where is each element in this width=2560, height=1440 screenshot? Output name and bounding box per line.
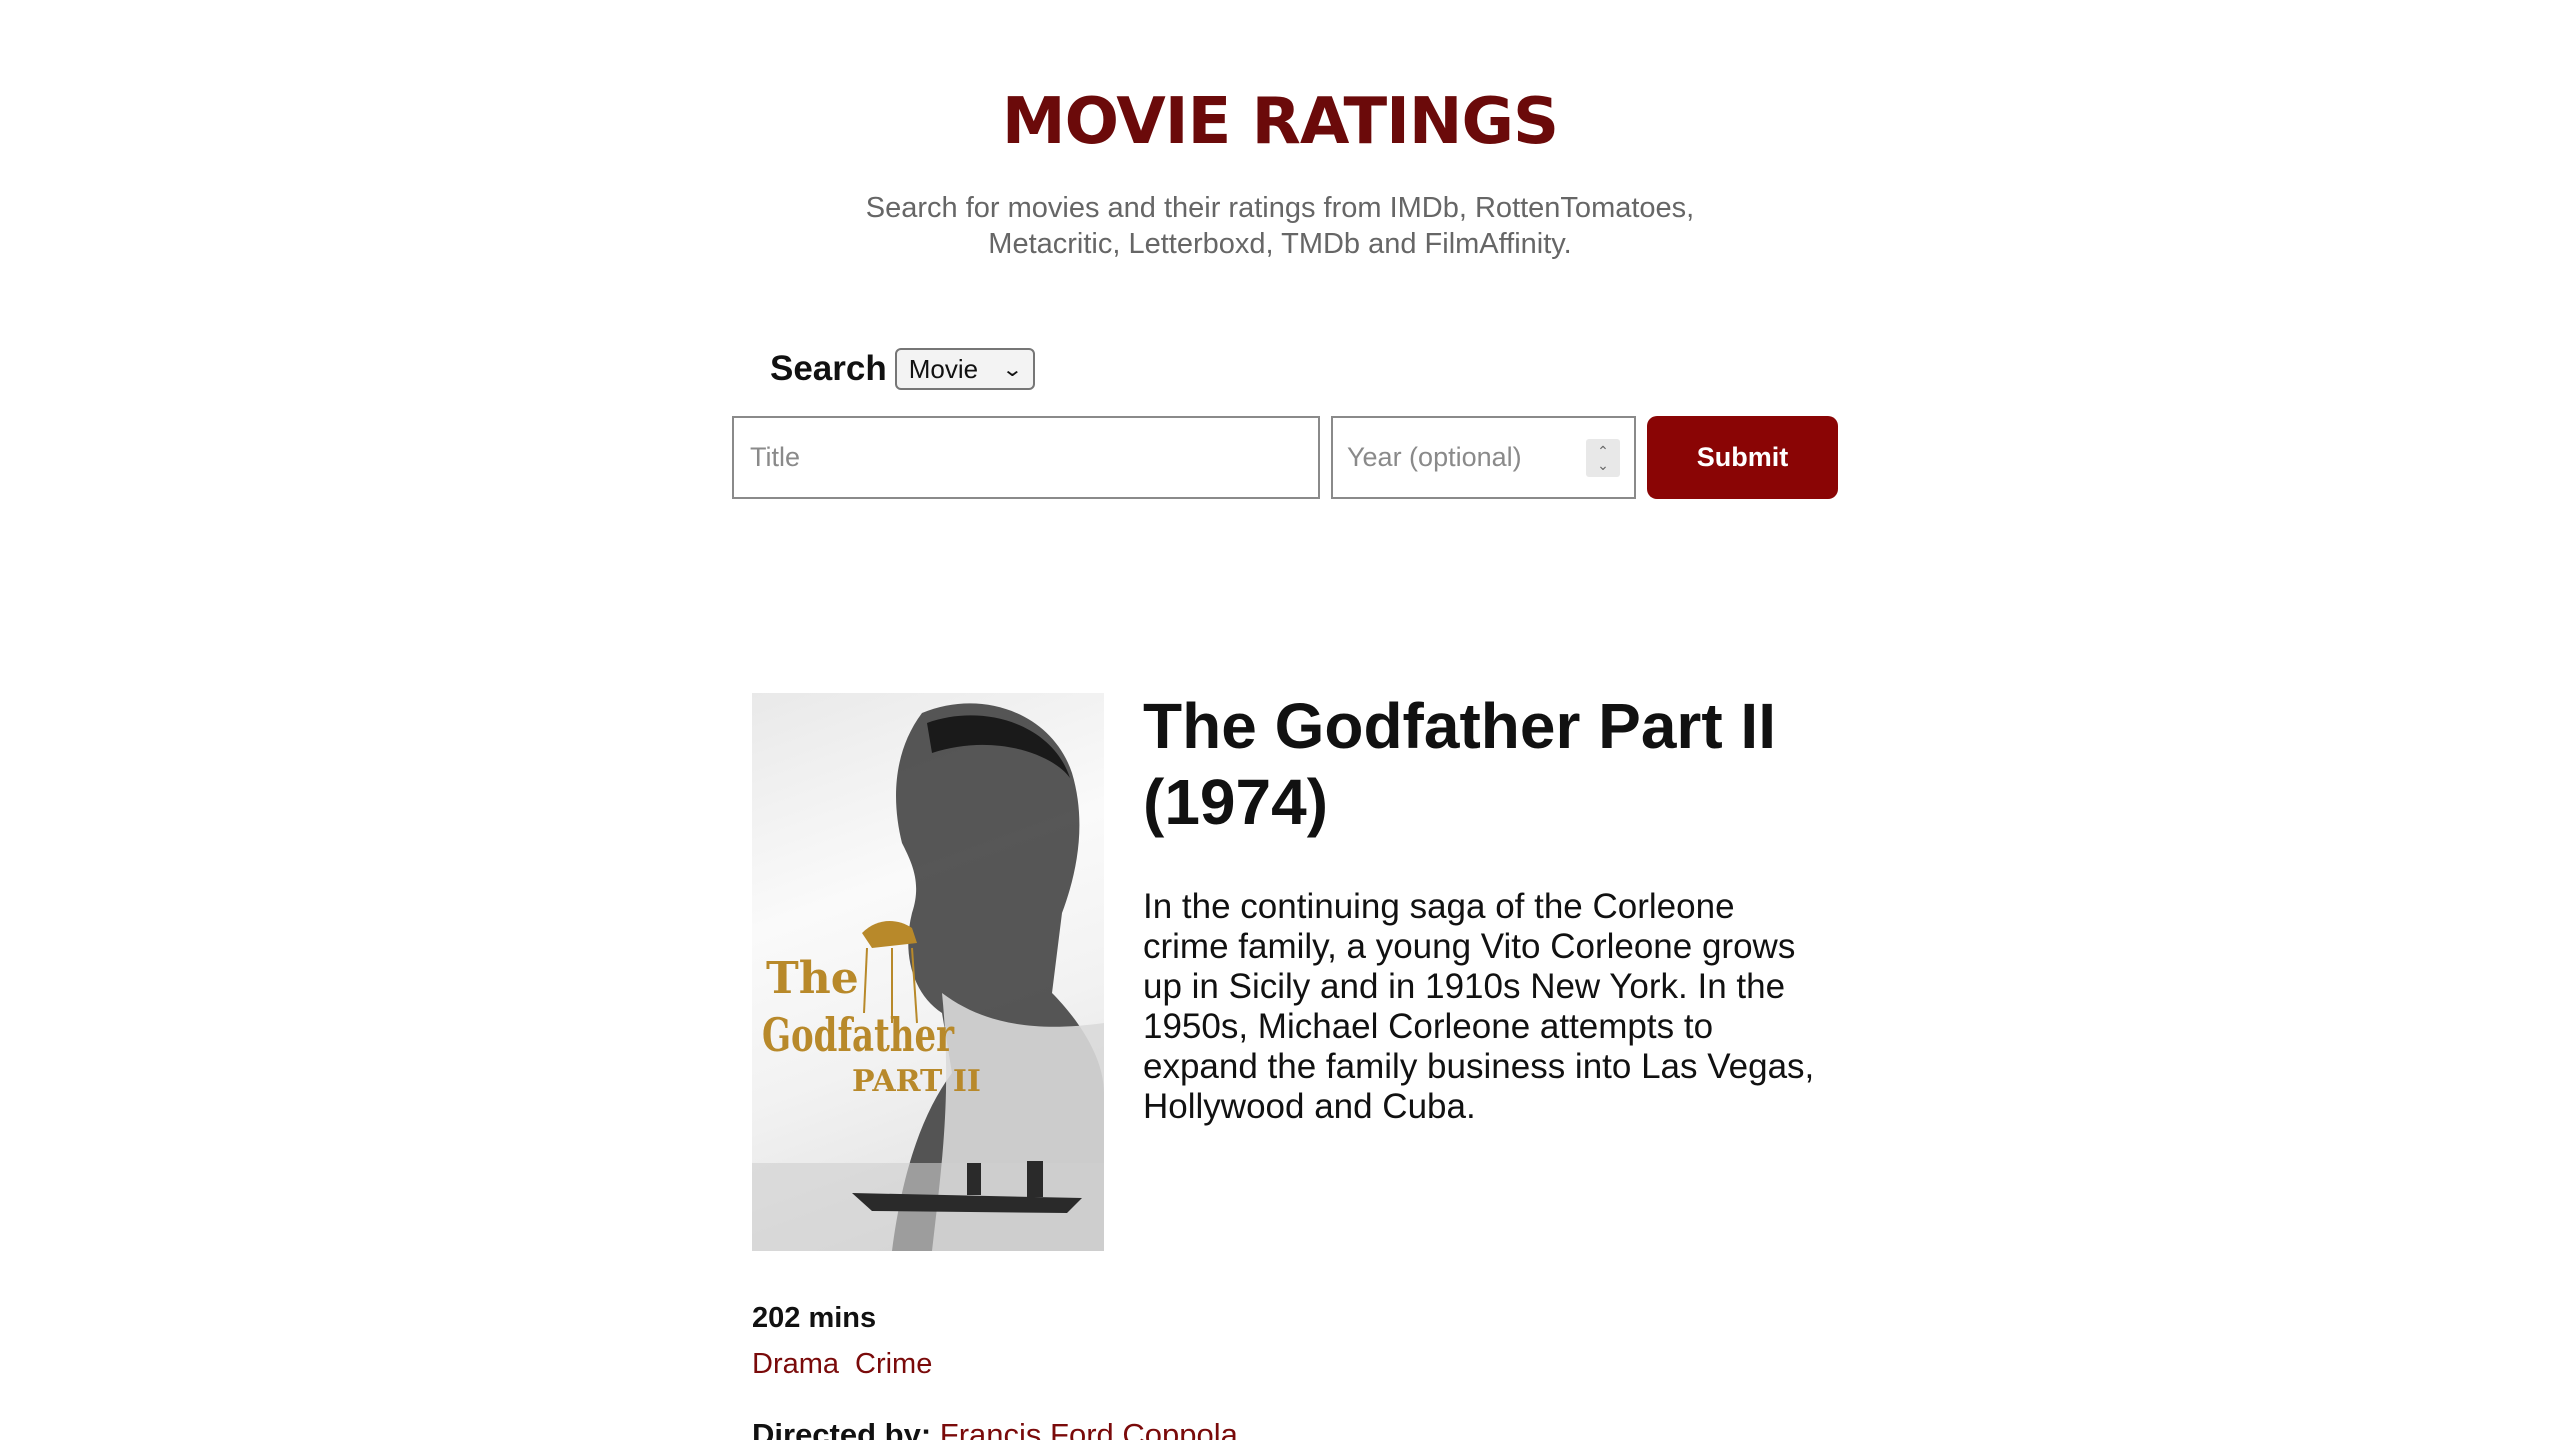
genre-link[interactable]: Crime bbox=[855, 1348, 932, 1381]
director-label: Directed by: bbox=[752, 1417, 932, 1440]
site-title: MOVIE RATINGS bbox=[1001, 85, 1559, 159]
movie-plot: In the continuing saga of the Corleone c… bbox=[1143, 887, 1815, 1126]
spinner-down-icon[interactable]: ⌄ bbox=[1597, 458, 1609, 472]
poster-text-the: The bbox=[766, 953, 859, 1004]
director-row: Directed by: Francis Ford Coppola bbox=[752, 1417, 1238, 1440]
page: MOVIE RATINGS Search for movies and thei… bbox=[0, 0, 2560, 1440]
header: MOVIE RATINGS Search for movies and thei… bbox=[0, 80, 2560, 262]
poster-text-part: PART II bbox=[852, 1064, 981, 1099]
search-label: Search bbox=[770, 349, 887, 388]
submit-button[interactable]: Submit bbox=[1647, 416, 1838, 499]
movie-title: The Godfather Part II (1974) bbox=[1143, 690, 1776, 838]
poster-text-godfather: Godfather bbox=[762, 1008, 955, 1062]
genre-list: Drama Crime bbox=[752, 1348, 932, 1381]
genre-link[interactable]: Drama bbox=[752, 1348, 839, 1381]
spinner-up-icon[interactable]: ⌃ bbox=[1597, 444, 1609, 458]
movie-runtime: 202 mins bbox=[752, 1302, 877, 1334]
site-subtitle: Search for movies and their ratings from… bbox=[865, 192, 1695, 260]
title-input[interactable]: Title bbox=[732, 416, 1320, 499]
chevron-down-icon: ⌄ bbox=[1001, 358, 1024, 381]
year-input[interactable]: Year (optional) ⌃ ⌄ bbox=[1331, 416, 1636, 499]
title-placeholder: Title bbox=[750, 442, 801, 472]
year-placeholder: Year (optional) bbox=[1347, 442, 1522, 472]
spinner-icon[interactable]: ⌃ ⌄ bbox=[1586, 438, 1620, 477]
director-link[interactable]: Francis Ford Coppola bbox=[940, 1417, 1238, 1440]
search-type-row: Search Movie ⌄ bbox=[770, 348, 1035, 390]
search-type-value: Movie bbox=[908, 353, 979, 384]
search-type-select[interactable]: Movie ⌄ bbox=[894, 348, 1035, 390]
movie-poster: The Godfather PART II bbox=[752, 693, 1104, 1251]
search-form: Title Year (optional) ⌃ ⌄ Submit bbox=[732, 416, 1838, 499]
